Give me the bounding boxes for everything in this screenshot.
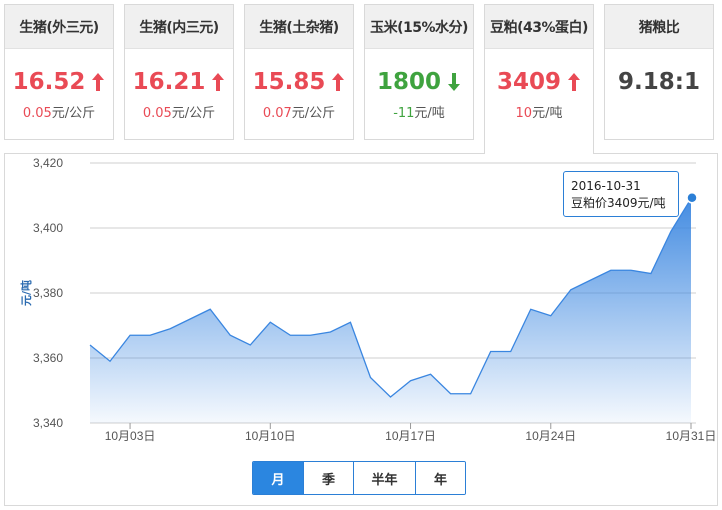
- card-change-unit: 元/吨: [414, 106, 445, 121]
- tab-quarter[interactable]: 季: [303, 462, 353, 494]
- card-title: 生猪(外三元): [5, 5, 113, 49]
- x-tick-label: 10月24日: [525, 429, 576, 443]
- card-price-value: 9.18:1: [618, 69, 700, 95]
- card-change: 0.05元/公斤: [125, 102, 233, 121]
- card-title: 猪粮比: [605, 5, 713, 49]
- y-tick-label: 3,340: [33, 416, 63, 430]
- card-change-unit: 元/公斤: [51, 106, 96, 121]
- y-tick-label: 3,400: [33, 221, 63, 235]
- card-title: 豆粕(43%蛋白): [485, 5, 593, 49]
- price-card-hog-outer[interactable]: 生猪(外三元) 16.52 0.05元/公斤: [4, 4, 114, 140]
- card-price-value: 16.21: [132, 69, 206, 95]
- x-tick-label: 10月03日: [105, 429, 156, 443]
- price-chart-panel: 3,340 3,360 3,380 3,400 3,420 元/吨 10月03日 10月10日…: [4, 153, 718, 506]
- card-change-value: 0.05: [142, 106, 172, 121]
- card-title: 生猪(土杂猪): [245, 5, 353, 49]
- card-price: 16.21: [125, 67, 233, 97]
- card-change-value: 0.07: [262, 106, 292, 121]
- price-card-hog-grain-ratio[interactable]: 猪粮比 9.18:1: [604, 4, 714, 140]
- card-change: 10元/吨: [485, 102, 593, 121]
- card-price-value: 1800: [376, 69, 441, 95]
- arrow-down-icon: [448, 73, 460, 91]
- highlight-point: [686, 192, 698, 204]
- y-tick-label: 3,380: [33, 286, 63, 300]
- x-tick-label: 10月31日: [666, 429, 717, 443]
- card-price: 16.52: [5, 67, 113, 97]
- card-price: 1800: [365, 67, 473, 97]
- card-change: -11元/吨: [365, 102, 473, 121]
- chart-tooltip: 2016-10-31 豆粕价3409元/吨: [563, 171, 679, 217]
- arrow-up-icon: [92, 73, 105, 91]
- arrow-up-icon: [212, 73, 225, 91]
- tab-half-year[interactable]: 半年: [353, 462, 415, 494]
- card-change: 0.05元/公斤: [5, 102, 113, 121]
- arrow-up-icon: [332, 73, 345, 91]
- card-price-value: 3409: [496, 69, 561, 95]
- y-tick-label: 3,420: [33, 156, 63, 170]
- series-area: [90, 198, 691, 423]
- card-title: 玉米(15%水分): [365, 5, 473, 49]
- price-card-soymeal[interactable]: 豆粕(43%蛋白) 3409 10元/吨: [484, 4, 594, 154]
- card-change-unit: 元/公斤: [171, 106, 216, 121]
- card-price: 15.85: [245, 67, 353, 97]
- card-price-value: 15.85: [252, 69, 326, 95]
- price-card-hog-local[interactable]: 生猪(土杂猪) 15.85 0.07元/公斤: [244, 4, 354, 140]
- price-card-hog-inner[interactable]: 生猪(内三元) 16.21 0.05元/公斤: [124, 4, 234, 140]
- card-change-unit: 元/吨: [532, 106, 563, 121]
- card-change-unit: 元/公斤: [291, 106, 336, 121]
- y-axis-title: 元/吨: [19, 280, 33, 306]
- tab-month[interactable]: 月: [253, 462, 303, 494]
- tooltip-date: 2016-10-31: [571, 179, 641, 193]
- tooltip-label: 豆粕价3409元/吨: [571, 196, 666, 210]
- arrow-up-icon: [568, 73, 580, 91]
- price-card-corn[interactable]: 玉米(15%水分) 1800 -11元/吨: [364, 4, 474, 140]
- card-change-value: 0.05: [22, 106, 52, 121]
- x-tick-label: 10月10日: [245, 429, 296, 443]
- card-change: 0.07元/公斤: [245, 102, 353, 121]
- card-price-value: 16.52: [12, 69, 86, 95]
- x-tick-label: 10月17日: [385, 429, 436, 443]
- price-cards: 生猪(外三元) 16.52 0.05元/公斤 生猪(内三元) 16.21 0.0…: [4, 4, 718, 154]
- card-price: 3409: [485, 67, 593, 97]
- period-tabs: 月 季 半年 年: [252, 461, 466, 495]
- card-change-value: -11: [393, 106, 415, 121]
- y-tick-label: 3,360: [33, 351, 63, 365]
- card-title: 生猪(内三元): [125, 5, 233, 49]
- tab-year[interactable]: 年: [415, 462, 465, 494]
- card-change-value: 10: [515, 106, 533, 121]
- card-price: 9.18:1: [605, 67, 713, 97]
